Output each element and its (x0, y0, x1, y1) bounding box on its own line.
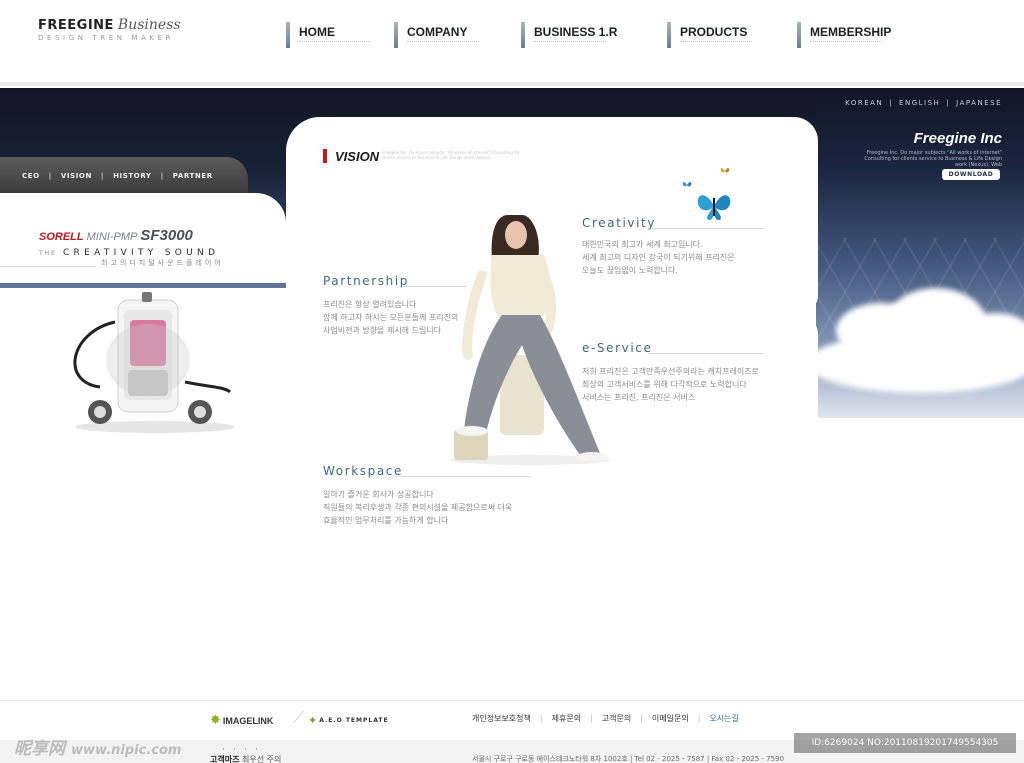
subnav-separator: | (48, 172, 52, 180)
product-divider (0, 266, 96, 267)
footer-link-separator: | (640, 714, 643, 723)
footer-dots: · · · · (222, 745, 261, 754)
sub-nav-tab: CEO | VISION | HISTORY | PARTNER (0, 157, 248, 193)
footer-link-directions[interactable]: 오시는길 (709, 714, 738, 723)
main-nav: HOME COMPANY BUSINESS 1.R PRODUCTS MEMBE… (286, 22, 906, 48)
partnership-body: 프리진은 항상 열려있습니다 함께 하고자 하시는 모든분들께 프리진의 사업비… (323, 298, 458, 337)
subnav-item-partner[interactable]: PARTNER (173, 172, 213, 180)
footer-logo-imagelink[interactable]: ✸ IMAGELINK (210, 710, 273, 729)
watermark-url: www.nipic.com (71, 743, 182, 758)
footer-link-separator: | (590, 714, 593, 723)
footer-address: 서울시 구로구 구로동 에이스테크노타워 8차 1002호 | Tel 02 -… (472, 755, 784, 763)
subnav-separator: | (160, 172, 164, 180)
sub-nav-items: CEO | VISION | HISTORY | PARTNER (22, 172, 213, 180)
footer-info-text: 최우선 주의 (242, 755, 282, 763)
nav-underline (407, 41, 479, 43)
watermark-left: 昵享网 www.nipic.com (14, 734, 181, 759)
star-burst-icon: ✸ (210, 713, 221, 728)
company-name: Freegine Inc (913, 130, 1002, 147)
product-the: THE (39, 250, 57, 257)
product-korean-caption: 최고의디지털사운드플레이어 (101, 259, 224, 267)
nav-label: MEMBERSHIP (810, 25, 892, 39)
workspace-line: 직원들의 복리후생과 각종 편의시설을 제공함으로써 더욱 (323, 503, 513, 512)
site-logo[interactable]: FREEGINE Business DESIGN TREN MAKER (38, 14, 181, 42)
butterfly-icon (697, 195, 731, 220)
footer-link-privacy[interactable]: 개인정보보호정책 (472, 714, 531, 723)
header: FREEGINE Business DESIGN TREN MAKER HOME … (0, 0, 1024, 86)
footer-logo-aeo[interactable]: ✦ A.E.O TEMPLATE (308, 710, 389, 729)
nav-bar-icon (667, 22, 671, 48)
eservice-rule (648, 353, 764, 354)
product-device-image[interactable] (60, 292, 240, 437)
watermark-id: ID:6269024 NO:20110819201749554305 (794, 733, 1016, 753)
product-slogan-line: THE CREATIVITY SOUND (39, 240, 219, 259)
company-description: Freegine Inc. Do major subjects "All wor… (864, 150, 1002, 168)
nav-bar-icon (521, 22, 525, 48)
partnership-title: Partnership (323, 274, 410, 288)
nav-underline (680, 41, 752, 43)
nav-underline (810, 41, 882, 43)
product-slogan: CREATIVITY SOUND (62, 248, 220, 258)
lang-english[interactable]: ENGLISH (899, 99, 940, 107)
cloud-shape (816, 333, 1024, 393)
nav-label: BUSINESS 1.R (534, 25, 618, 39)
subnav-item-vision[interactable]: VISION (61, 172, 92, 180)
subnav-item-ceo[interactable]: CEO (22, 172, 40, 180)
logo-script-text: Business (117, 17, 181, 33)
nav-bar-icon (394, 22, 398, 48)
footer-logo-text: A.E.O TEMPLATE (319, 717, 389, 724)
lang-separator: | (946, 99, 951, 107)
logo-tagline: DESIGN TREN MAKER (38, 34, 175, 42)
nav-underline (299, 41, 371, 43)
download-button[interactable]: DOWNLOAD (942, 169, 1000, 180)
footer-info: 고객마즈 최우선 주의 (210, 754, 281, 763)
small-butterfly-icon (682, 181, 692, 187)
vision-title: VISION (335, 149, 380, 164)
nav-bar-icon (797, 22, 801, 48)
partnership-line: 함께 하고자 하시는 모든분들께 프리진의 (323, 313, 459, 322)
nav-label: PRODUCTS (680, 25, 748, 39)
nav-label: COMPANY (407, 25, 468, 39)
footer-logo-text: IMAGELINK (222, 715, 274, 726)
sprout-icon: ✦ (308, 714, 318, 727)
footer-link-separator: | (697, 714, 701, 723)
footer-link-customer[interactable]: 고객문의 (602, 714, 631, 723)
model-photo (450, 215, 610, 465)
vision-accent-bar (323, 149, 327, 163)
footer-link-email[interactable]: 이메일문의 (652, 714, 689, 723)
vision-description: Freegine Inc. Do major subjects "All wor… (382, 150, 520, 160)
partnership-line: 프리진은 항상 열려있습니다 (323, 300, 417, 309)
subnav-item-history[interactable]: HISTORY (113, 172, 152, 180)
small-butterfly-icon (720, 167, 730, 173)
footer-link-separator: | (539, 714, 543, 723)
nav-label: HOME (299, 25, 335, 39)
workspace-line: 효율적인 업무처리를 가능하게 합니다 (323, 516, 449, 525)
lang-japanese[interactable]: JAPANESE (956, 99, 1002, 107)
watermark-brand: 昵享网 (14, 739, 65, 759)
lang-separator: | (889, 99, 894, 107)
subnav-separator: | (100, 172, 105, 180)
workspace-rule (396, 476, 530, 477)
workspace-title: Workspace (323, 464, 403, 478)
language-selector: KOREAN | ENGLISH | JAPANESE (845, 99, 1002, 107)
footer-divider (0, 700, 1024, 701)
footer-info-label: 고객마즈 (210, 755, 240, 763)
nav-underline (534, 41, 606, 43)
nav-bar-icon (286, 22, 290, 48)
footer-logo-separator (279, 711, 305, 723)
partnership-line: 사업비젼과 방향을 제시해 드립니다 (323, 326, 442, 335)
footer-link-partnership[interactable]: 제휴문의 (552, 714, 581, 723)
workspace-line: 일하기 즐거운 회사가 성공합니다 (323, 490, 434, 499)
logo-main-text: FREEGINE (38, 18, 114, 33)
lang-korean[interactable]: KOREAN (845, 99, 883, 107)
footer-links: 개인정보보호정책 | 제휴문의 | 고객문의 | 이메일문의 | 오시는길 (472, 713, 739, 724)
creativity-rule (652, 228, 764, 229)
workspace-body: 일하기 즐거운 회사가 성공합니다 직원들의 복리후생과 각종 편의시설을 제공… (323, 488, 512, 527)
